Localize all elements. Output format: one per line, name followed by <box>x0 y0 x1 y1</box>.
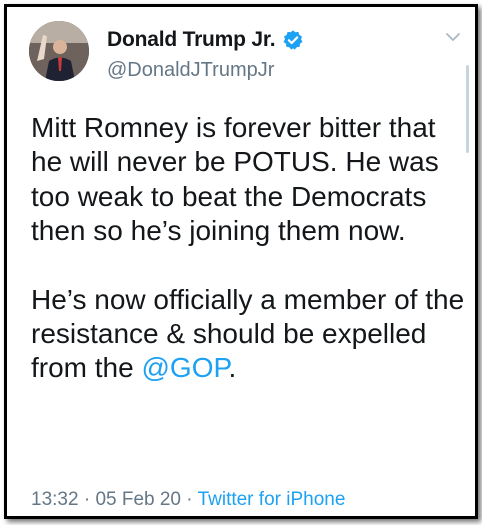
tweet-date[interactable]: 05 Feb 20 <box>95 489 181 510</box>
author-name-row[interactable]: Donald Trump Jr. <box>107 28 304 52</box>
verified-badge-icon <box>282 29 304 51</box>
meta-separator: · <box>181 489 198 510</box>
mention-link[interactable]: @GOP <box>141 352 228 383</box>
tweet-text: Mitt Romney is forever bitter that he wi… <box>31 111 467 386</box>
display-name[interactable]: Donald Trump Jr. <box>107 28 276 52</box>
tweet-paragraph-1: Mitt Romney is forever bitter that he wi… <box>31 112 439 247</box>
tweet-paragraph-2-text: He’s now officially a member of the resi… <box>31 283 465 384</box>
chevron-down-icon[interactable] <box>445 29 461 47</box>
user-handle[interactable]: @DonaldJTrumpJr <box>107 59 274 82</box>
avatar[interactable] <box>29 21 89 81</box>
tweet-time[interactable]: 13:32 <box>31 489 79 510</box>
tweet-paragraph-2: He’s now officially a member of the resi… <box>31 283 467 386</box>
tweet-card: Donald Trump Jr. @DonaldJTrumpJr Mitt Ro… <box>4 4 478 519</box>
tweet-source-link[interactable]: Twitter for iPhone <box>198 489 346 510</box>
tweet-metadata: 13:32 · 05 Feb 20 · Twitter for iPhone <box>31 489 345 511</box>
tweet-paragraph-2-end: . <box>228 352 237 384</box>
meta-separator: · <box>78 489 96 510</box>
